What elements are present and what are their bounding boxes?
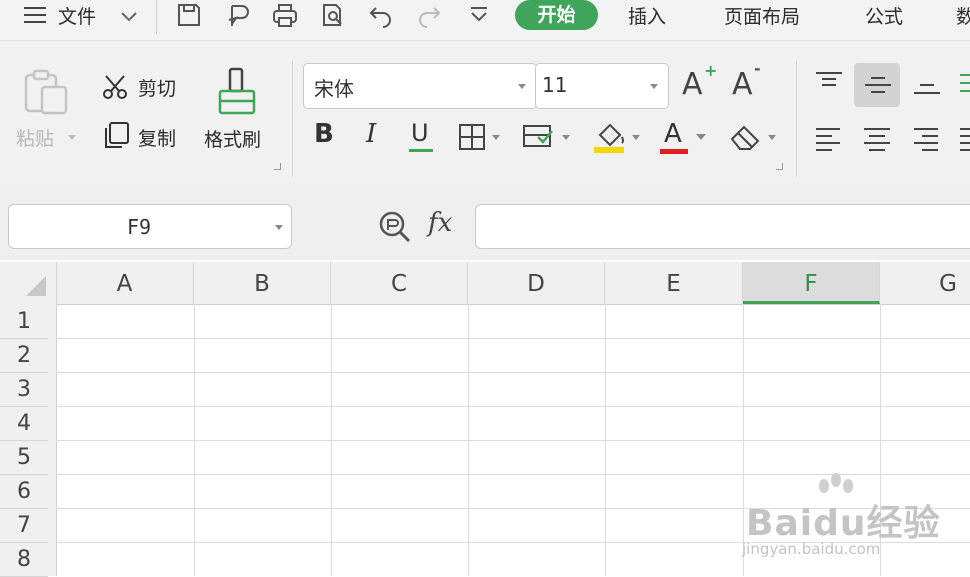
decrease-font-size-button[interactable]: A - [732, 59, 768, 103]
align-middle-button[interactable] [854, 63, 900, 107]
column-header-a[interactable]: A [56, 262, 194, 304]
select-all-corner[interactable] [0, 262, 57, 304]
column-headers: A B C D E F G [0, 262, 970, 305]
chevron-down-icon[interactable] [275, 225, 283, 230]
row-header-3[interactable]: 3 [0, 372, 48, 407]
borders-icon[interactable] [458, 123, 502, 151]
font-color-swatch [660, 149, 688, 154]
align-right-icon[interactable] [910, 127, 940, 151]
tab-page-layout[interactable]: 页面布局 [724, 2, 800, 29]
fill-color-icon[interactable] [594, 121, 644, 155]
column-header-c[interactable]: C [331, 262, 468, 304]
font-size-combo[interactable]: 11 [535, 63, 669, 109]
menu-bar: 文件 开始 插入 页面布局 公式 数 [0, 0, 970, 40]
copy-icon[interactable] [102, 121, 130, 149]
chevron-down-icon[interactable] [650, 84, 658, 89]
font-dialog-launcher[interactable] [776, 163, 783, 170]
underline-bar [409, 149, 433, 152]
hamburger-icon[interactable] [24, 6, 46, 24]
align-bottom-icon[interactable] [912, 79, 942, 99]
column-header-f[interactable]: F [743, 262, 880, 304]
column-header-b[interactable]: B [194, 262, 331, 304]
font-size-value: 11 [542, 73, 568, 97]
redo-icon[interactable] [416, 2, 442, 28]
gridline [56, 440, 970, 441]
group-divider [796, 61, 797, 177]
paste-icon[interactable] [22, 69, 70, 115]
print-icon[interactable] [272, 2, 298, 28]
menu-divider [156, 0, 157, 34]
justify-icon[interactable] [958, 127, 970, 151]
zoom-search-icon[interactable] [378, 210, 412, 244]
gridline [56, 406, 970, 407]
ribbon: 粘贴 剪切 复制 格式刷 宋体 11 A + A - B I U A [0, 40, 970, 184]
tab-data[interactable]: 数 [956, 2, 970, 29]
gridline [56, 372, 970, 373]
watermark-logo-text: Baidu经验 [746, 503, 941, 544]
column-header-e[interactable]: E [605, 262, 743, 304]
eraser-icon[interactable] [728, 123, 780, 153]
formula-bar: F9 fx [0, 182, 970, 260]
customize-dropdown-icon[interactable] [466, 2, 492, 28]
wrap-text-icon[interactable] [958, 71, 970, 99]
row-header-6[interactable]: 6 [0, 474, 48, 509]
row-header-1[interactable]: 1 [0, 304, 48, 339]
print-preview-icon[interactable] [320, 2, 346, 28]
column-header-g[interactable]: G [880, 262, 970, 304]
watermark-site-text: jingyan.baidu.com [742, 540, 881, 558]
align-top-icon[interactable] [814, 71, 844, 91]
row-header-2[interactable]: 2 [0, 338, 48, 373]
row-header-4[interactable]: 4 [0, 406, 48, 441]
font-name-value: 宋体 [314, 77, 354, 101]
name-box[interactable]: F9 [8, 204, 292, 249]
column-header-d[interactable]: D [468, 262, 605, 304]
paste-button[interactable]: 粘贴 [16, 124, 54, 151]
merge-cells-icon[interactable] [522, 123, 574, 151]
italic-button[interactable]: I [366, 119, 376, 149]
tab-insert[interactable]: 插入 [628, 2, 666, 29]
undo-icon[interactable] [368, 2, 394, 28]
copy-button[interactable]: 复制 [138, 124, 176, 151]
increase-font-size-button[interactable]: A + [682, 61, 718, 103]
tab-home[interactable]: 开始 [515, 0, 598, 30]
formula-input[interactable] [475, 204, 970, 249]
export-icon[interactable] [226, 2, 252, 28]
align-center-icon[interactable] [862, 127, 892, 151]
format-painter-button[interactable]: 格式刷 [204, 125, 261, 152]
scissors-icon[interactable] [102, 73, 130, 101]
clipboard-dialog-launcher[interactable] [274, 163, 281, 170]
cut-button[interactable]: 剪切 [138, 74, 176, 101]
row-header-5[interactable]: 5 [0, 440, 48, 475]
fill-color-swatch [594, 147, 624, 153]
save-icon[interactable] [176, 2, 202, 28]
paste-dropdown-icon[interactable] [68, 135, 76, 140]
insert-function-button[interactable]: fx [428, 208, 452, 238]
underline-button[interactable]: U [408, 119, 436, 155]
format-painter-icon[interactable] [216, 67, 260, 117]
row-headers: 1 2 3 4 5 6 7 8 [0, 304, 57, 577]
font-name-combo[interactable]: 宋体 [303, 63, 537, 109]
file-menu[interactable]: 文件 [58, 2, 96, 29]
minus-icon: - [754, 59, 761, 78]
bold-button[interactable]: B [314, 119, 334, 149]
align-left-icon[interactable] [814, 127, 844, 151]
baidu-watermark: Baidu经验 jingyan.baidu.com [740, 470, 970, 560]
plus-icon: + [704, 61, 718, 80]
name-box-value: F9 [126, 215, 152, 239]
chevron-down-icon[interactable] [120, 8, 138, 27]
tab-formulas[interactable]: 公式 [865, 2, 903, 29]
row-header-8[interactable]: 8 [0, 542, 48, 577]
group-divider [292, 61, 293, 177]
gridline [56, 338, 970, 339]
chevron-down-icon[interactable] [518, 84, 526, 89]
row-header-7[interactable]: 7 [0, 508, 48, 543]
